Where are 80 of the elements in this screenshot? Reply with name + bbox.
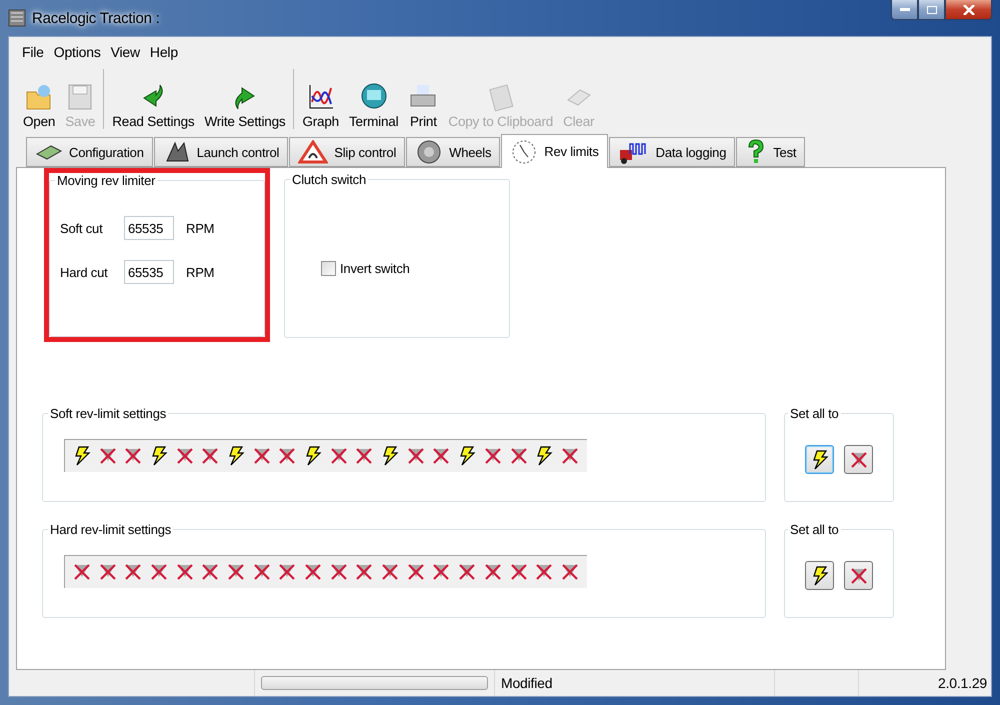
cross-icon bbox=[354, 446, 374, 466]
group-title: Soft rev-limit settings bbox=[49, 406, 168, 421]
menu-item[interactable]: View bbox=[106, 44, 145, 60]
app-icon bbox=[8, 9, 26, 27]
cross-icon bbox=[123, 446, 144, 466]
group-title: Clutch switch bbox=[291, 172, 367, 187]
tab[interactable]: Test bbox=[736, 137, 806, 167]
close-icon bbox=[962, 4, 974, 14]
cross-icon bbox=[303, 562, 324, 582]
cross-icon bbox=[508, 446, 529, 466]
cross-icon bbox=[72, 562, 92, 582]
cross-icon bbox=[123, 562, 144, 582]
tyre-icon bbox=[415, 140, 444, 164]
toolbar-button[interactable]: Print bbox=[406, 82, 440, 129]
cross-icon bbox=[431, 562, 452, 582]
cross-icon bbox=[534, 562, 554, 582]
cross-icon bbox=[560, 446, 580, 466]
minimize-icon bbox=[900, 8, 910, 12]
field-label: Soft cut bbox=[60, 220, 104, 236]
set-all-button[interactable] bbox=[805, 445, 834, 474]
cross-icon bbox=[277, 562, 298, 582]
cross-icon bbox=[148, 562, 169, 582]
field-label: Hard cut bbox=[60, 264, 109, 280]
unit-label: RPM bbox=[186, 220, 214, 236]
close-button[interactable] bbox=[945, 0, 992, 20]
group-title: Set all to bbox=[789, 406, 840, 421]
menu-item[interactable]: Help bbox=[144, 44, 183, 60]
menu-item[interactable]: Options bbox=[48, 44, 106, 60]
tab[interactable]: Rev limits bbox=[501, 134, 608, 168]
menu-item[interactable]: File bbox=[17, 44, 49, 60]
toolbar-button[interactable]: Read Settings bbox=[110, 82, 196, 129]
cross-icon bbox=[380, 562, 400, 582]
status-text: Modified bbox=[501, 675, 552, 691]
toolbar-button[interactable]: Graph bbox=[300, 82, 341, 129]
cross-icon bbox=[560, 562, 580, 582]
cross-icon bbox=[431, 446, 452, 466]
rpm-field[interactable]: 65535 bbox=[124, 260, 174, 284]
cross-icon bbox=[200, 446, 220, 466]
cross-icon bbox=[328, 446, 349, 466]
group-title: Set all to bbox=[789, 522, 840, 537]
cross-icon bbox=[226, 562, 246, 582]
cross-icon bbox=[174, 446, 195, 466]
cross-icon bbox=[406, 562, 426, 582]
cross-icon bbox=[508, 562, 529, 582]
group-title: Hard rev-limit settings bbox=[49, 522, 172, 537]
cross-icon bbox=[848, 566, 868, 586]
cross-icon bbox=[457, 562, 478, 582]
invert-switch-checkbox[interactable]: Invert switch bbox=[321, 261, 499, 276]
rpm-field[interactable]: 65535 bbox=[124, 216, 174, 240]
cross-icon bbox=[848, 450, 868, 470]
cross-icon bbox=[482, 562, 503, 582]
set-all-button[interactable] bbox=[805, 561, 834, 590]
tab[interactable]: Launch control bbox=[154, 137, 288, 167]
maximize-button[interactable] bbox=[918, 0, 945, 20]
minimize-button[interactable] bbox=[891, 0, 918, 20]
window-title: Racelogic Traction : bbox=[32, 10, 160, 26]
maximize-icon bbox=[926, 6, 936, 14]
tab[interactable]: Data logging bbox=[608, 137, 736, 167]
cross-icon bbox=[277, 446, 298, 466]
group-title: Moving rev limiter bbox=[56, 173, 156, 188]
toolbar-button[interactable]: Terminal bbox=[346, 82, 400, 129]
cross-icon bbox=[200, 562, 220, 582]
cross-icon bbox=[252, 562, 272, 582]
cross-icon bbox=[354, 562, 374, 582]
version-text: 2.0.1.29 bbox=[938, 675, 988, 691]
toolbar-button[interactable]: Open bbox=[21, 82, 58, 129]
unit-label: RPM bbox=[186, 264, 214, 280]
cross-icon bbox=[328, 562, 349, 582]
warning-triangle-icon bbox=[298, 140, 328, 164]
clock-icon bbox=[510, 138, 538, 164]
cross-icon bbox=[482, 446, 503, 466]
toolbar-button[interactable]: Write Settings bbox=[202, 82, 288, 129]
cross-icon bbox=[406, 446, 426, 466]
tab[interactable]: Configuration bbox=[26, 137, 153, 167]
cross-icon bbox=[252, 446, 272, 466]
tab[interactable]: Wheels bbox=[406, 137, 500, 167]
cross-icon bbox=[98, 446, 118, 466]
tab[interactable]: Slip control bbox=[289, 137, 406, 167]
cross-icon bbox=[98, 562, 118, 582]
cross-icon bbox=[174, 562, 195, 582]
